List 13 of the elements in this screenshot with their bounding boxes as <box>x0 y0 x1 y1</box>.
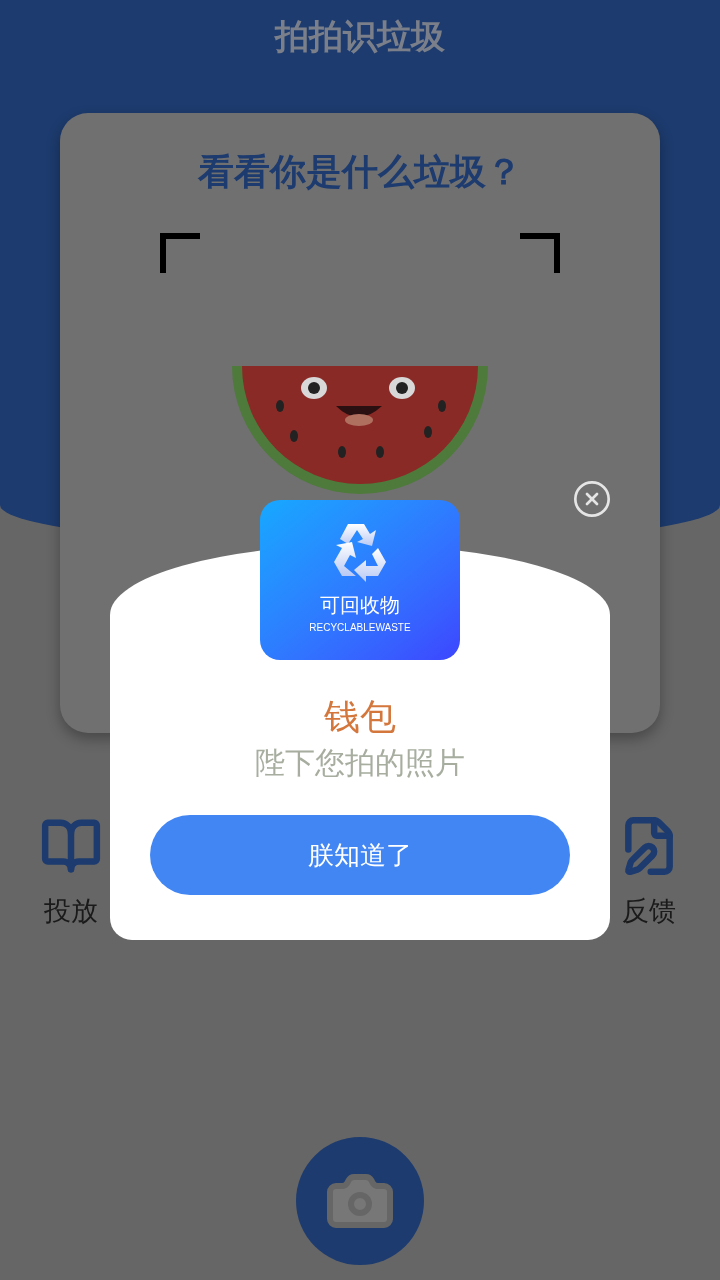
frame-corner <box>160 233 200 273</box>
item-name: 钱包 <box>324 695 396 739</box>
close-button[interactable] <box>572 479 612 519</box>
confirm-button[interactable]: 朕知道了 <box>150 815 570 895</box>
close-icon <box>572 479 612 519</box>
frame-corner <box>520 233 560 273</box>
shortcut-label[interactable]: 投放 <box>44 891 98 932</box>
app-title: 拍拍识垃圾 <box>275 15 445 58</box>
dialog-subtitle: 陛下您拍的照片 <box>255 744 465 782</box>
shortcut-label[interactable]: 反馈 <box>622 891 676 932</box>
category-name-english: RECYCLABLEWASTE <box>309 621 411 635</box>
category-name: 可回收物 <box>320 592 400 618</box>
card-title: 看看你是什么垃圾？ <box>198 150 522 194</box>
